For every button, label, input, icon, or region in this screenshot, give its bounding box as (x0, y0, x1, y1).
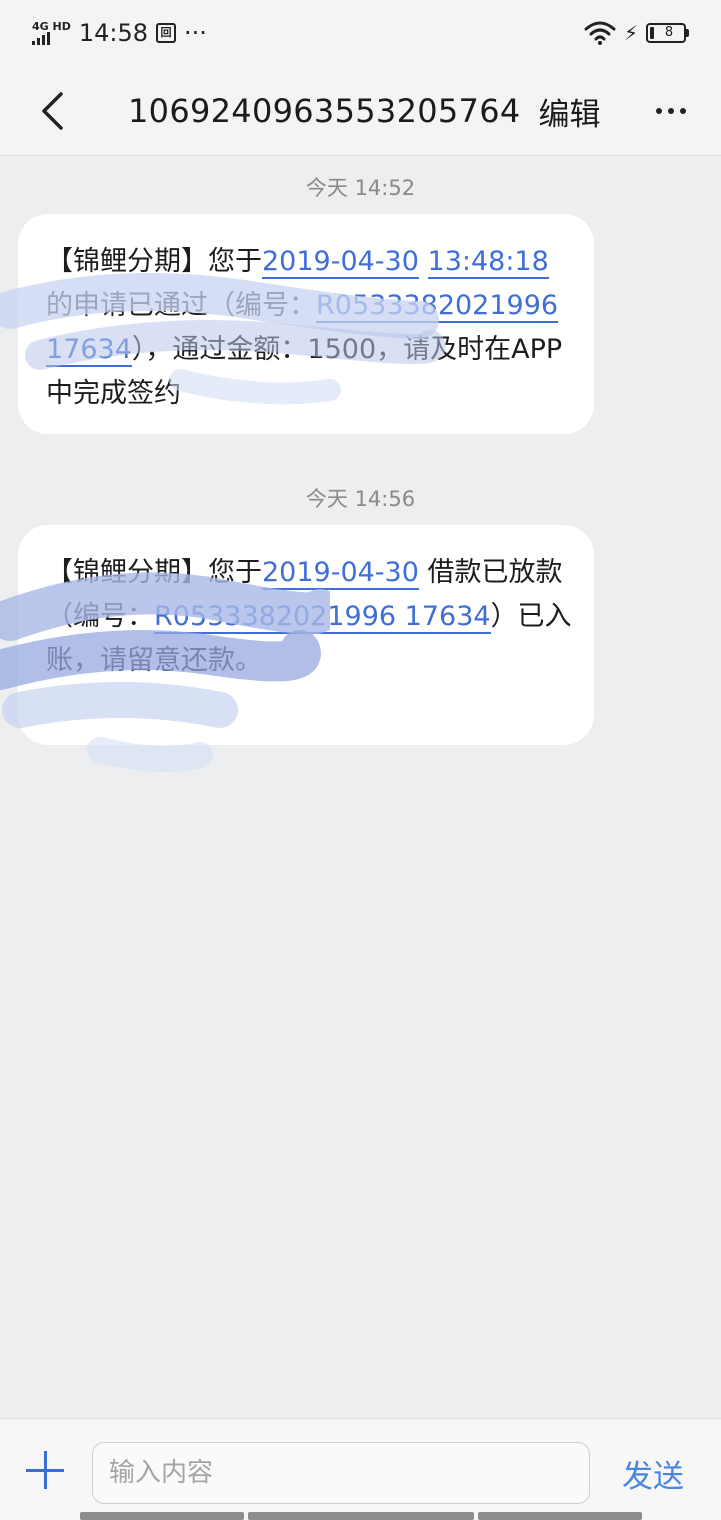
edit-button[interactable]: 编辑 (539, 89, 601, 134)
status-right: ⚡ 8 (584, 21, 689, 45)
signal-icon: 4G HD (32, 21, 71, 45)
conversation-title: 1069240963553205764 (128, 92, 521, 130)
message-text: 的申请已通过（编号： (46, 290, 316, 321)
message-bubble[interactable]: 【锦鲤分期】您于2019-04-30 借款已放款（编号：R05333820219… (18, 525, 594, 745)
back-button[interactable] (30, 86, 74, 136)
message-text: 【锦鲤分期】您于 (46, 246, 262, 277)
more-notifications: ··· (184, 19, 207, 47)
message-bubble[interactable]: 【锦鲤分期】您于2019-04-30 13:48:18的申请已通过（编号：R05… (18, 214, 594, 434)
status-time: 14:58 (78, 19, 149, 47)
compose-bar: 发送 (0, 1418, 721, 1520)
add-attachment-button[interactable] (22, 1447, 68, 1493)
more-dot-icon (680, 108, 686, 114)
message-text (419, 246, 428, 277)
title-wrap: 1069240963553205764 编辑 (128, 88, 601, 134)
battery-icon: 8 (646, 23, 689, 43)
message-input[interactable] (92, 1442, 590, 1504)
network-type: 4G HD (32, 20, 71, 33)
conversation-header: 1069240963553205764 编辑 (0, 66, 721, 156)
more-options-button[interactable] (651, 91, 691, 131)
message-link[interactable]: 2019-04-30 (262, 246, 419, 279)
message-link[interactable]: 13:48:18 (427, 246, 549, 279)
message-timestamp: 今天 14:52 (305, 176, 416, 200)
more-dot-icon (656, 108, 662, 114)
more-dot-icon (668, 108, 674, 114)
message-link[interactable]: R0533382021996 17634 (154, 601, 491, 634)
keyboard-key-strip (478, 1512, 642, 1520)
status-left: 4G HD 14:58 回 ··· (32, 19, 207, 47)
charging-icon: ⚡ (623, 21, 638, 45)
wifi-icon (584, 21, 616, 45)
notification-icon: 回 (156, 23, 177, 43)
keyboard-key-strip (248, 1512, 474, 1520)
keyboard-key-strip (80, 1512, 244, 1520)
send-button[interactable]: 发送 (622, 1451, 684, 1496)
status-bar: 4G HD 14:58 回 ··· ⚡ 8 (0, 0, 721, 66)
chevron-left-icon (42, 92, 63, 130)
message-text: 【锦鲤分期】您于 (46, 557, 262, 588)
message-timestamp: 今天 14:56 (305, 487, 416, 511)
message-link[interactable]: 2019-04-30 (262, 557, 419, 590)
battery-level: 8 (646, 23, 686, 43)
